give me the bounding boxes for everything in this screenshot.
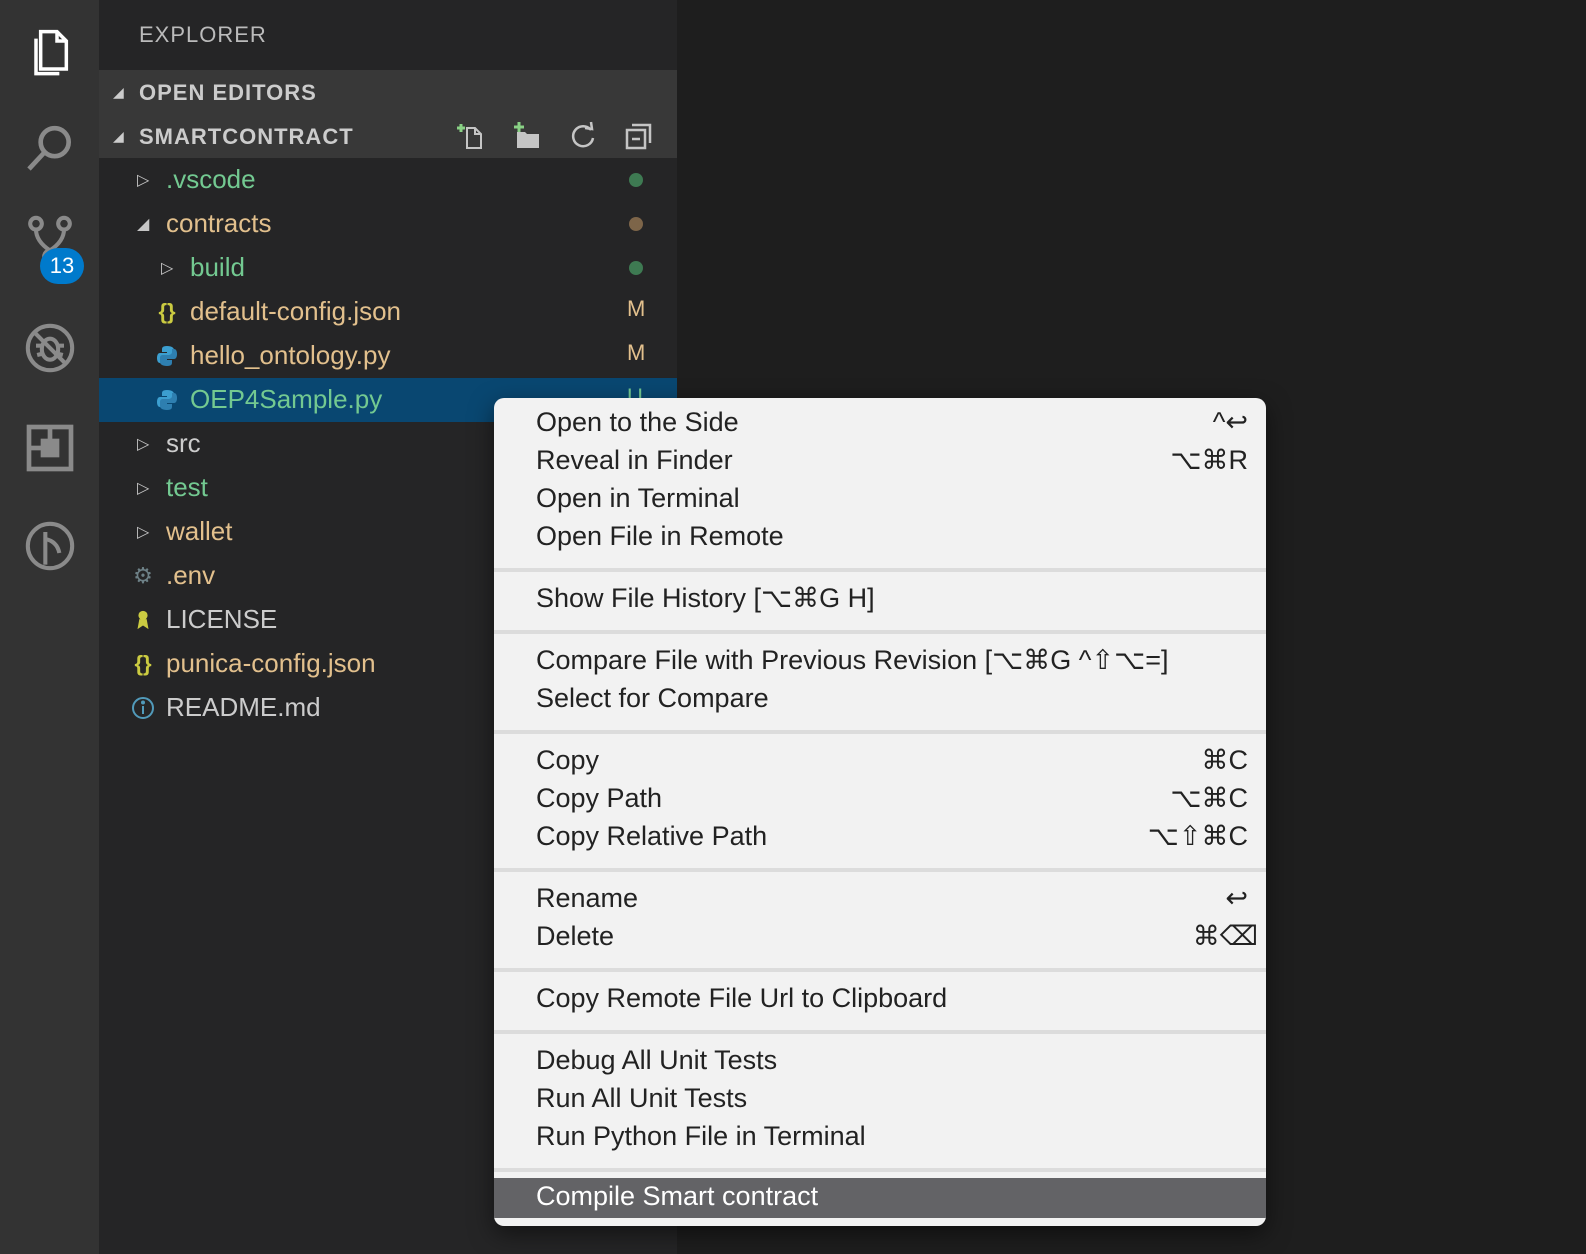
menu-item-rename[interactable]: Rename ↩ [494,880,1266,918]
menu-separator [494,1030,1266,1034]
new-folder-icon[interactable] [499,118,555,154]
python-icon [153,386,181,414]
chevron-right-icon: ▷ [137,436,150,453]
scm-badge: 13 [40,248,84,284]
menu-item-open-to-side[interactable]: Open to the Side ^↩ [494,404,1266,442]
explorer-icon[interactable] [0,8,99,88]
menu-item-open-file-in-remote[interactable]: Open File in Remote [494,518,1266,556]
new-file-icon[interactable] [443,118,499,154]
tree-item-hello-ontology[interactable]: hello_ontology.py M [99,334,677,378]
chevron-down-icon: ◢ [137,216,150,233]
tree-item-default-config[interactable]: {} default-config.json M [99,290,677,334]
menu-item-show-file-history[interactable]: Show File History [⌥⌘G H] [494,580,1266,618]
deploy-icon[interactable] [0,506,99,586]
tree-item-build[interactable]: ▷ build [99,246,677,290]
menu-separator [494,868,1266,872]
chevron-right-icon: ▷ [161,260,174,277]
context-menu: Open to the Side ^↩ Reveal in Finder ⌥⌘R… [494,398,1266,1226]
menu-separator [494,568,1266,572]
menu-separator [494,630,1266,634]
status-dot [629,217,643,231]
menu-item-run-python-in-terminal[interactable]: Run Python File in Terminal [494,1118,1266,1156]
json-icon: {} [158,299,176,324]
menu-item-open-in-terminal[interactable]: Open in Terminal [494,480,1266,518]
explorer-title: EXPLORER [139,22,267,47]
open-editors-label: OPEN EDITORS [139,80,317,105]
menu-item-compare-previous-revision[interactable]: Compare File with Previous Revision [⌥⌘G… [494,642,1266,680]
python-icon [153,342,181,370]
menu-item-copy-path[interactable]: Copy Path ⌥⌘C [494,780,1266,818]
menu-item-copy[interactable]: Copy ⌘C [494,742,1266,780]
menu-item-select-for-compare[interactable]: Select for Compare [494,680,1266,718]
menu-separator [494,1168,1266,1172]
status-dot [629,173,643,187]
search-icon[interactable] [0,108,99,188]
modified-badge: M [627,340,646,365]
json-icon: {} [134,651,152,676]
menu-item-debug-all-tests[interactable]: Debug All Unit Tests [494,1042,1266,1080]
collapse-icon: ◢ [113,128,125,144]
chevron-right-icon: ▷ [137,524,150,541]
refresh-icon[interactable] [555,118,611,154]
project-header[interactable]: ◢ SMARTCONTRACT [99,114,677,158]
menu-item-copy-relative-path[interactable]: Copy Relative Path ⌥⇧⌘C [494,818,1266,856]
chevron-right-icon: ▷ [137,172,150,189]
gear-icon: ⚙ [133,563,153,588]
extensions-icon[interactable] [0,408,99,488]
debug-icon[interactable] [0,308,99,388]
menu-item-run-all-tests[interactable]: Run All Unit Tests [494,1080,1266,1118]
tree-item-contracts[interactable]: ◢ contracts [99,202,677,246]
modified-badge: M [627,296,646,321]
menu-item-compile-smart-contract[interactable]: Compile Smart contract [494,1178,1266,1218]
menu-item-copy-remote-url[interactable]: Copy Remote File Url to Clipboard [494,980,1266,1018]
status-dot [629,261,643,275]
tree-item-vscode[interactable]: ▷ .vscode [99,158,677,202]
license-icon [129,606,157,634]
collapse-all-icon[interactable] [611,118,667,154]
activity-bar: 13 [0,0,99,1254]
project-label: SMARTCONTRACT [139,124,354,149]
menu-separator [494,968,1266,972]
info-icon [129,694,157,722]
open-editors-header[interactable]: ◢ OPEN EDITORS [99,70,677,114]
menu-item-reveal-in-finder[interactable]: Reveal in Finder ⌥⌘R [494,442,1266,480]
collapse-icon: ◢ [113,84,125,100]
chevron-right-icon: ▷ [137,480,150,497]
menu-separator [494,730,1266,734]
menu-item-delete[interactable]: Delete ⌘⌫ [494,918,1266,956]
